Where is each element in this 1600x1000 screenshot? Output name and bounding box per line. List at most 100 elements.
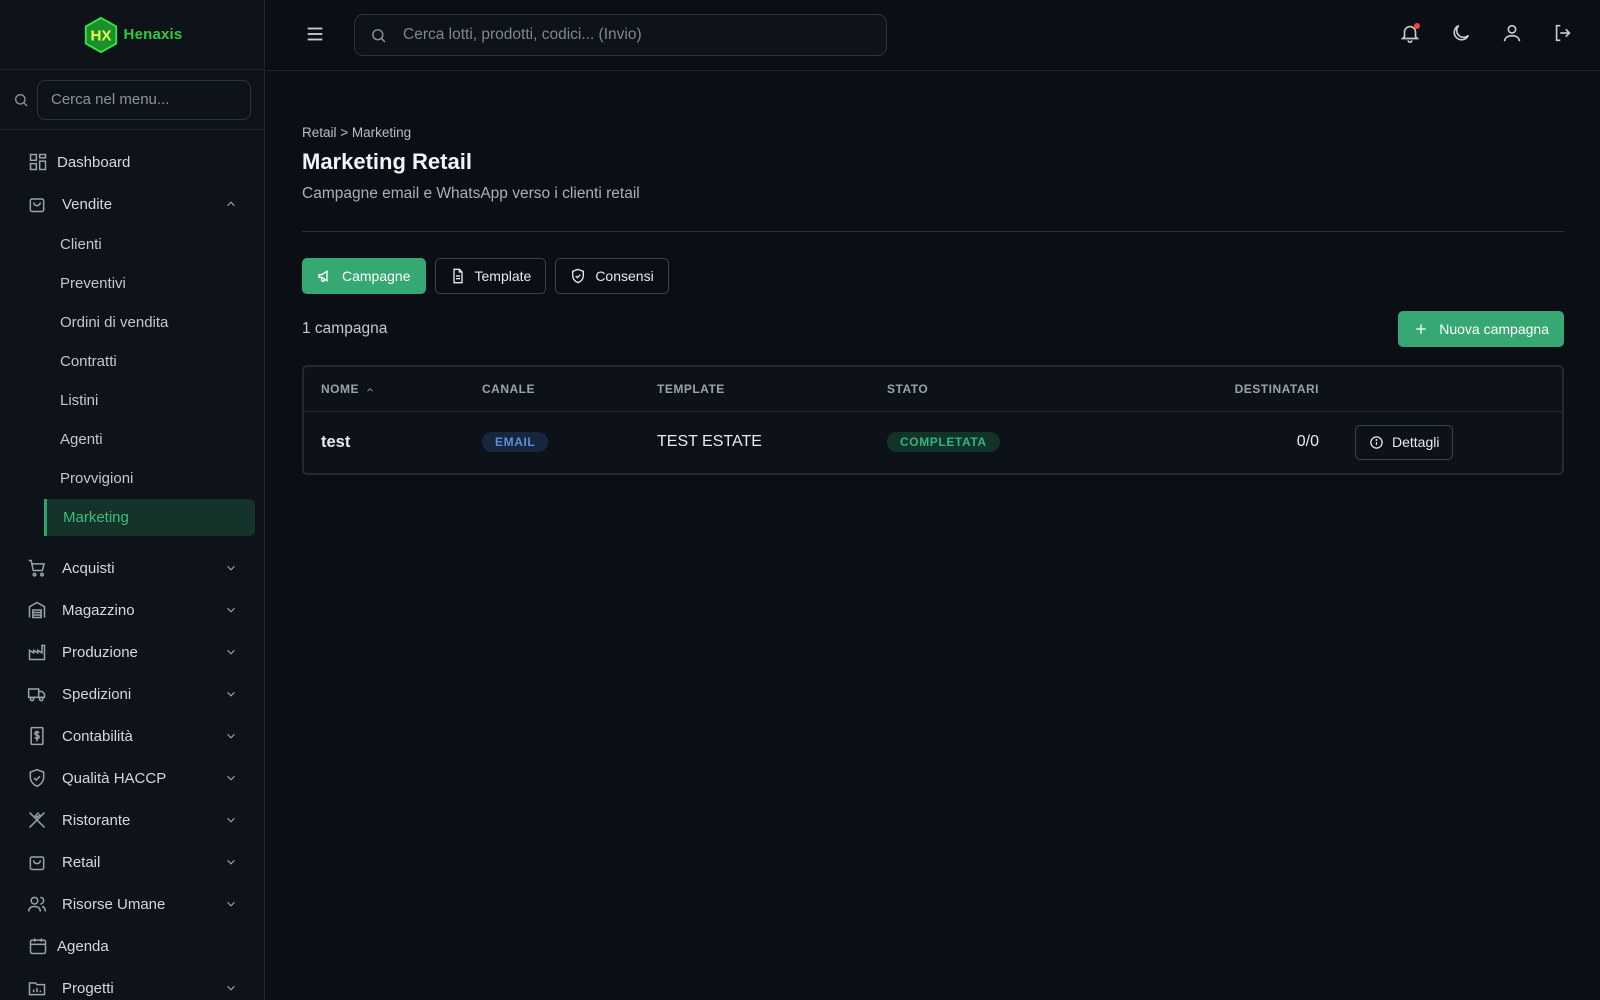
- chevron-down-icon[interactable]: [224, 855, 238, 869]
- table-row: test EMAIL TEST ESTATE COMPLETATA 0/0 De…: [304, 411, 1562, 473]
- sidebar-item-ristorante[interactable]: Ristorante: [0, 799, 264, 841]
- column-header-template: TEMPLATE: [657, 367, 887, 412]
- search-icon: [15, 93, 28, 106]
- brand-name: Henaxis: [123, 26, 183, 43]
- shield-check-icon: [572, 268, 585, 284]
- sidebar-item-label: Qualità HACCP: [62, 769, 167, 787]
- campaign-recipients: 0/0: [1296, 433, 1319, 451]
- sidebar-item-produzione[interactable]: Produzione: [0, 631, 264, 673]
- notification-dot: [1414, 23, 1420, 29]
- sidebar-subitem-listini[interactable]: Listini: [0, 381, 264, 420]
- sidebar-item-dashboard[interactable]: Dashboard: [0, 141, 264, 183]
- main-content: Retail > Marketing Marketing Retail Camp…: [302, 71, 1564, 475]
- chevron-down-icon[interactable]: [224, 729, 238, 743]
- utensils-crossed-icon: [28, 811, 46, 829]
- tab-campagne[interactable]: Campagne: [302, 258, 426, 294]
- chevron-down-icon[interactable]: [224, 561, 238, 575]
- campaign-template: TEST ESTATE: [657, 433, 762, 451]
- divider: [302, 231, 1564, 232]
- sidebar-item-label: Produzione: [62, 643, 138, 661]
- sidebar-item-label: Agenda: [57, 937, 109, 955]
- column-header-actions: [1319, 367, 1562, 412]
- tab-template[interactable]: Template: [434, 258, 547, 294]
- sidebar-item-label: Vendite: [62, 195, 113, 213]
- campaigns-table: NOME CANALE TEMPLATE STATO DESTINATARI t…: [302, 365, 1564, 475]
- users-icon: [27, 896, 47, 912]
- sidebar-subitem-provvigioni[interactable]: Provvigioni: [0, 459, 264, 498]
- details-label: Dettagli: [1392, 434, 1440, 451]
- sidebar-item-spedizioni[interactable]: Spedizioni: [0, 673, 264, 715]
- sidebar-item-label: Spedizioni: [62, 685, 132, 703]
- column-label: NOME: [321, 381, 359, 396]
- global-search: [354, 14, 887, 56]
- chevron-down-icon[interactable]: [224, 897, 238, 911]
- chevron-down-icon[interactable]: [224, 813, 238, 827]
- calendar-icon: [29, 938, 47, 955]
- sidebar-item-label: Ristorante: [62, 811, 131, 829]
- sidebar-item-qualita[interactable]: Qualità HACCP: [0, 757, 264, 799]
- megaphone-icon: [318, 270, 328, 282]
- sidebar-subitem-preventivi[interactable]: Preventivi: [0, 264, 264, 303]
- shield-check-icon: [29, 768, 45, 788]
- page-title: Marketing Retail: [302, 149, 472, 174]
- notifications-button[interactable]: [1399, 22, 1421, 44]
- sidebar-subitem-clienti[interactable]: Clienti: [0, 225, 264, 264]
- sidebar-item-label: Dashboard: [57, 153, 131, 171]
- channel-badge: EMAIL: [482, 432, 549, 453]
- sidebar-item-magazzino[interactable]: Magazzino: [0, 589, 264, 631]
- sidebar-item-label: Progetti: [62, 979, 114, 997]
- sort-asc-icon: [367, 387, 373, 392]
- chevron-down-icon[interactable]: [224, 603, 238, 617]
- folder-chart-icon: [28, 982, 46, 996]
- logout-icon: [1555, 24, 1571, 42]
- sidebar-subitem-agenti[interactable]: Agenti: [0, 420, 264, 459]
- chevron-down-icon[interactable]: [224, 687, 238, 701]
- user-icon: [1503, 24, 1521, 42]
- sidebar-item-label: Acquisti: [62, 559, 115, 577]
- list-header: 1 campagna Nuova campagna: [302, 311, 1564, 347]
- chevron-down-icon[interactable]: [224, 771, 238, 785]
- factory-icon: [28, 644, 46, 661]
- page-subtitle: Campagne email e WhatsApp verso i client…: [302, 185, 640, 202]
- shopping-bag-icon: [29, 856, 45, 871]
- cart-icon: [28, 559, 46, 577]
- column-header-destinatari: DESTINATARI: [1107, 367, 1319, 412]
- sidebar-item-vendite[interactable]: Vendite: [0, 183, 264, 225]
- chevron-up-icon[interactable]: [224, 197, 238, 211]
- sidebar-item-acquisti[interactable]: Acquisti: [0, 547, 264, 589]
- column-header-canale: CANALE: [482, 367, 657, 412]
- file-text-icon: [452, 268, 463, 284]
- tab-label: Consensi: [595, 268, 654, 284]
- sidebar-subitem-ordini[interactable]: Ordini di vendita: [0, 303, 264, 342]
- sidebar-item-retail[interactable]: Retail: [0, 841, 264, 883]
- breadcrumb: Retail > Marketing: [302, 125, 412, 140]
- menu-icon[interactable]: [304, 23, 326, 45]
- dashboard-grid-icon: [29, 153, 47, 171]
- global-search-input[interactable]: [403, 15, 873, 55]
- sidebar-item-contabilita[interactable]: Contabilità: [0, 715, 264, 757]
- warehouse-icon: [28, 601, 46, 619]
- hex-logo-icon: HX: [84, 16, 117, 53]
- chevron-down-icon[interactable]: [224, 645, 238, 659]
- details-button[interactable]: Dettagli: [1355, 424, 1454, 460]
- sidebar-search-input[interactable]: [37, 79, 251, 120]
- sidebar-item-progetti[interactable]: Progetti: [0, 967, 264, 1000]
- campaign-count: 1 campagna: [302, 320, 388, 337]
- column-header-stato: STATO: [887, 367, 1107, 412]
- logo[interactable]: HX Henaxis: [0, 0, 264, 70]
- profile-button[interactable]: [1501, 22, 1523, 44]
- chevron-down-icon[interactable]: [224, 981, 238, 995]
- sidebar-subitem-contratti[interactable]: Contratti: [0, 342, 264, 381]
- column-header-nome[interactable]: NOME: [304, 367, 482, 412]
- table-header-row: NOME CANALE TEMPLATE STATO DESTINATARI: [304, 367, 1562, 412]
- sidebar-item-label: Contabilità: [62, 727, 133, 745]
- sidebar-subitem-marketing[interactable]: Marketing: [44, 499, 255, 536]
- tab-consensi[interactable]: Consensi: [555, 258, 669, 294]
- logout-button[interactable]: [1552, 22, 1574, 44]
- new-campaign-button[interactable]: Nuova campagna: [1398, 311, 1564, 347]
- sidebar-item-risorse-umane[interactable]: Risorse Umane: [0, 883, 264, 925]
- theme-toggle-button[interactable]: [1450, 22, 1472, 44]
- sidebar-item-agenda[interactable]: Agenda: [0, 925, 264, 967]
- new-campaign-label: Nuova campagna: [1439, 321, 1549, 337]
- receipt-dollar-icon: [30, 726, 44, 746]
